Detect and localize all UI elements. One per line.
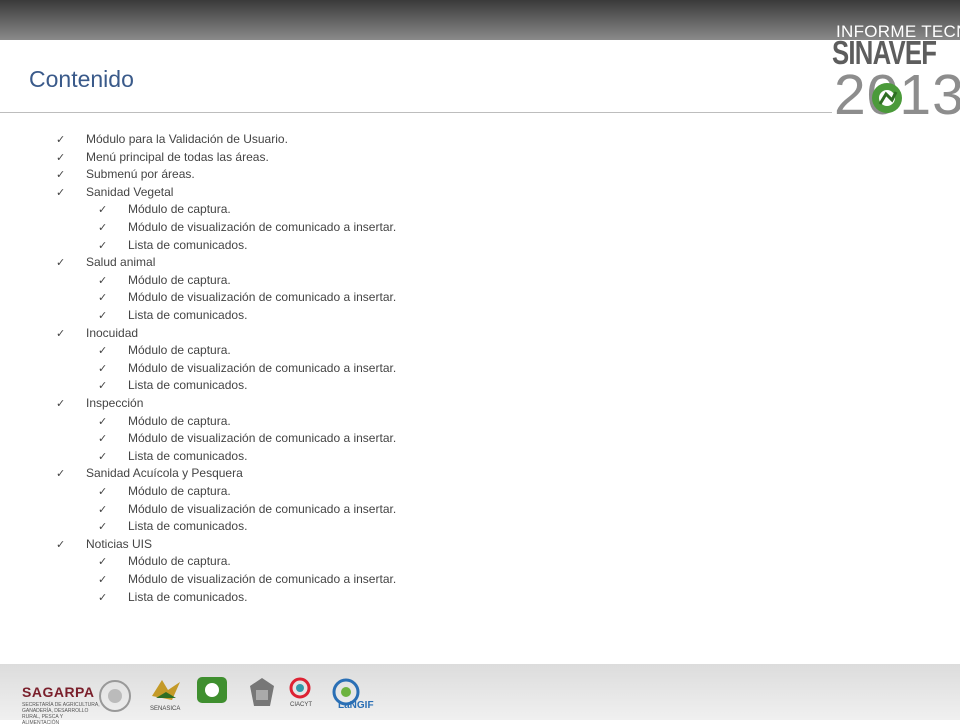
senasica-label: SENASICA [150, 706, 181, 712]
checkmark-icon: ✓ [98, 574, 108, 586]
list-item-text: Módulo de visualización de comunicado a … [128, 360, 397, 375]
list-item-text: Módulo de captura. [128, 413, 231, 428]
checkmark-icon: ✓ [56, 327, 66, 340]
sub-list-item: ✓ Módulo de captura. [98, 200, 231, 218]
sub-list-item: ✓ Módulo de visualización de comunicado a… [98, 218, 396, 236]
checkmark-icon: ✓ [56, 151, 66, 164]
list-item-text: Módulo para la Validación de Usuario. [86, 132, 288, 146]
checkmark-icon: ✓ [98, 503, 108, 516]
list-item-text: Módulo de visualización de comunicado a … [128, 220, 397, 234]
list-item-text: Módulo de captura. [128, 484, 231, 498]
list-item: ✓ Menú principal de todas las áreas. [56, 148, 269, 166]
sub-list-item: ✓ Lista de comunicados. [98, 517, 247, 535]
checkmark-icon: ✓ [98, 486, 108, 498]
sub-list-item: ✓ Módulo de captura. [98, 482, 231, 500]
checkmark-icon: ✓ [98, 556, 108, 569]
title-divider [0, 112, 832, 113]
list-item: ✓ Inspección [56, 394, 143, 412]
checkmark-icon: ✓ [98, 380, 108, 393]
mexico-seal-icon [99, 680, 131, 712]
footer-logos: SAGARPA SECRETARÍA DE AGRICULTURA, GANAD… [0, 664, 960, 726]
list-item-text: Lista de comunicados. [128, 378, 248, 393]
list-item-text: Lista de comunicados. [128, 237, 248, 252]
list-item-text: Módulo de visualización de comunicado a … [128, 290, 397, 305]
list-item-text: Salud animal [86, 255, 156, 270]
senasica-logo-icon [152, 680, 180, 700]
langif-label: LaNGIF [338, 700, 374, 711]
university-crest-icon [250, 678, 274, 706]
checkmark-icon: ✓ [56, 468, 66, 481]
checkmark-icon: ✓ [98, 591, 108, 604]
list-item-text: Sanidad Vegetal [86, 184, 174, 199]
green-zero-emblem-icon [872, 83, 902, 113]
list-item: ✓ Módulo para la Validación de Usuario. [56, 130, 288, 148]
checkmark-icon: ✓ [98, 450, 108, 463]
sagarpa-subtitle: SECRETARÍA DE AGRICULTURA, GANADERÍA, DE… [22, 702, 100, 726]
sub-list-item: ✓ Módulo de captura. [98, 271, 231, 289]
sagarpa-logo: SAGARPA [22, 684, 95, 700]
sub-list-item: ✓ Módulo de visualización de comunicado a… [98, 570, 396, 588]
list-item-text: Inspección [86, 396, 144, 410]
checkmark-icon: ✓ [98, 362, 108, 375]
sub-list-item: ✓ Lista de comunicados. [98, 236, 247, 254]
list-item-text: Noticias UIS [86, 536, 153, 551]
sub-list-item: ✓ Módulo de visualización de comunicado a… [98, 359, 396, 377]
sub-list-item: ✓ Módulo de captura. [98, 341, 231, 359]
list-item: ✓ Inocuidad [56, 324, 138, 342]
list-item-text: Sanidad Acuícola y Pesquera [86, 466, 243, 481]
sub-list-item: ✓ Módulo de visualización de comunicado a… [98, 429, 396, 447]
checkmark-icon: ✓ [56, 169, 66, 182]
checkmark-icon: ✓ [98, 521, 108, 534]
list-item-text: Lista de comunicados. [128, 589, 248, 604]
sub-list-item: ✓ Lista de comunicados. [98, 376, 247, 394]
sub-list-item: ✓ Módulo de visualización de comunicado a… [98, 288, 396, 306]
list-item: ✓ Submenú por áreas. [56, 165, 195, 183]
checkmark-icon: ✓ [56, 257, 66, 270]
checkmark-icon: ✓ [98, 310, 108, 322]
list-item-text: Módulo de visualización de comunicado a … [128, 501, 397, 516]
sub-list-item: ✓ Lista de comunicados. [98, 447, 247, 465]
checkmark-icon: ✓ [56, 398, 66, 410]
list-item: ✓ Sanidad Acuícola y Pesquera [56, 464, 243, 482]
list-item-text: Módulo de captura. [128, 272, 231, 287]
sub-list-item: ✓ Lista de comunicados. [98, 306, 247, 324]
checkmark-icon: ✓ [98, 292, 108, 305]
green-agency-logo-icon [197, 677, 227, 703]
checkmark-icon: ✓ [98, 345, 108, 358]
list-item-text: Módulo de captura. [128, 343, 231, 358]
list-item: ✓ Sanidad Vegetal [56, 183, 173, 201]
list-item-text: Lista de comunicados. [128, 308, 248, 322]
checkmark-icon: ✓ [98, 433, 108, 446]
checkmark-icon: ✓ [98, 274, 108, 287]
checkmark-icon: ✓ [98, 239, 108, 252]
list-item-text: Módulo de visualización de comunicado a … [128, 431, 397, 446]
sub-list-item: ✓ Lista de comunicados. [98, 588, 247, 606]
list-item-text: Módulo de captura. [128, 202, 231, 217]
checkmark-icon: ✓ [98, 204, 108, 217]
slide-title: Contenido [29, 66, 134, 92]
checkmark-icon: ✓ [56, 538, 66, 551]
ciacyt-label: CIACYT [290, 702, 313, 708]
list-item: ✓ Salud animal [56, 253, 155, 271]
list-item: ✓ Noticias UIS [56, 535, 152, 553]
ciacyt-logo-icon [289, 677, 311, 699]
list-item-text: Inocuidad [86, 325, 139, 340]
list-item-text: Módulo de visualización de comunicado a … [128, 572, 397, 586]
sinavef-logo: INFORME TECNICO SINAVEF 2013 [830, 20, 960, 127]
checkmark-icon: ✓ [98, 222, 108, 234]
sub-list-item: ✓ Módulo de captura. [98, 412, 231, 430]
list-item-text: Lista de comunicados. [128, 519, 248, 534]
top-bar [0, 0, 960, 40]
sub-list-item: ✓ Módulo de visualización de comunicado a… [98, 500, 396, 518]
sub-list-item: ✓ Módulo de captura. [98, 552, 231, 570]
list-item-text: Lista de comunicados. [128, 448, 248, 463]
list-item-text: Menú principal de todas las áreas. [86, 149, 269, 164]
checkmark-icon: ✓ [98, 415, 108, 428]
list-item-text: Submenú por áreas. [86, 167, 195, 182]
list-item-text: Módulo de captura. [128, 554, 231, 569]
checkmark-icon: ✓ [56, 186, 66, 199]
checkmark-icon: ✓ [56, 134, 66, 146]
